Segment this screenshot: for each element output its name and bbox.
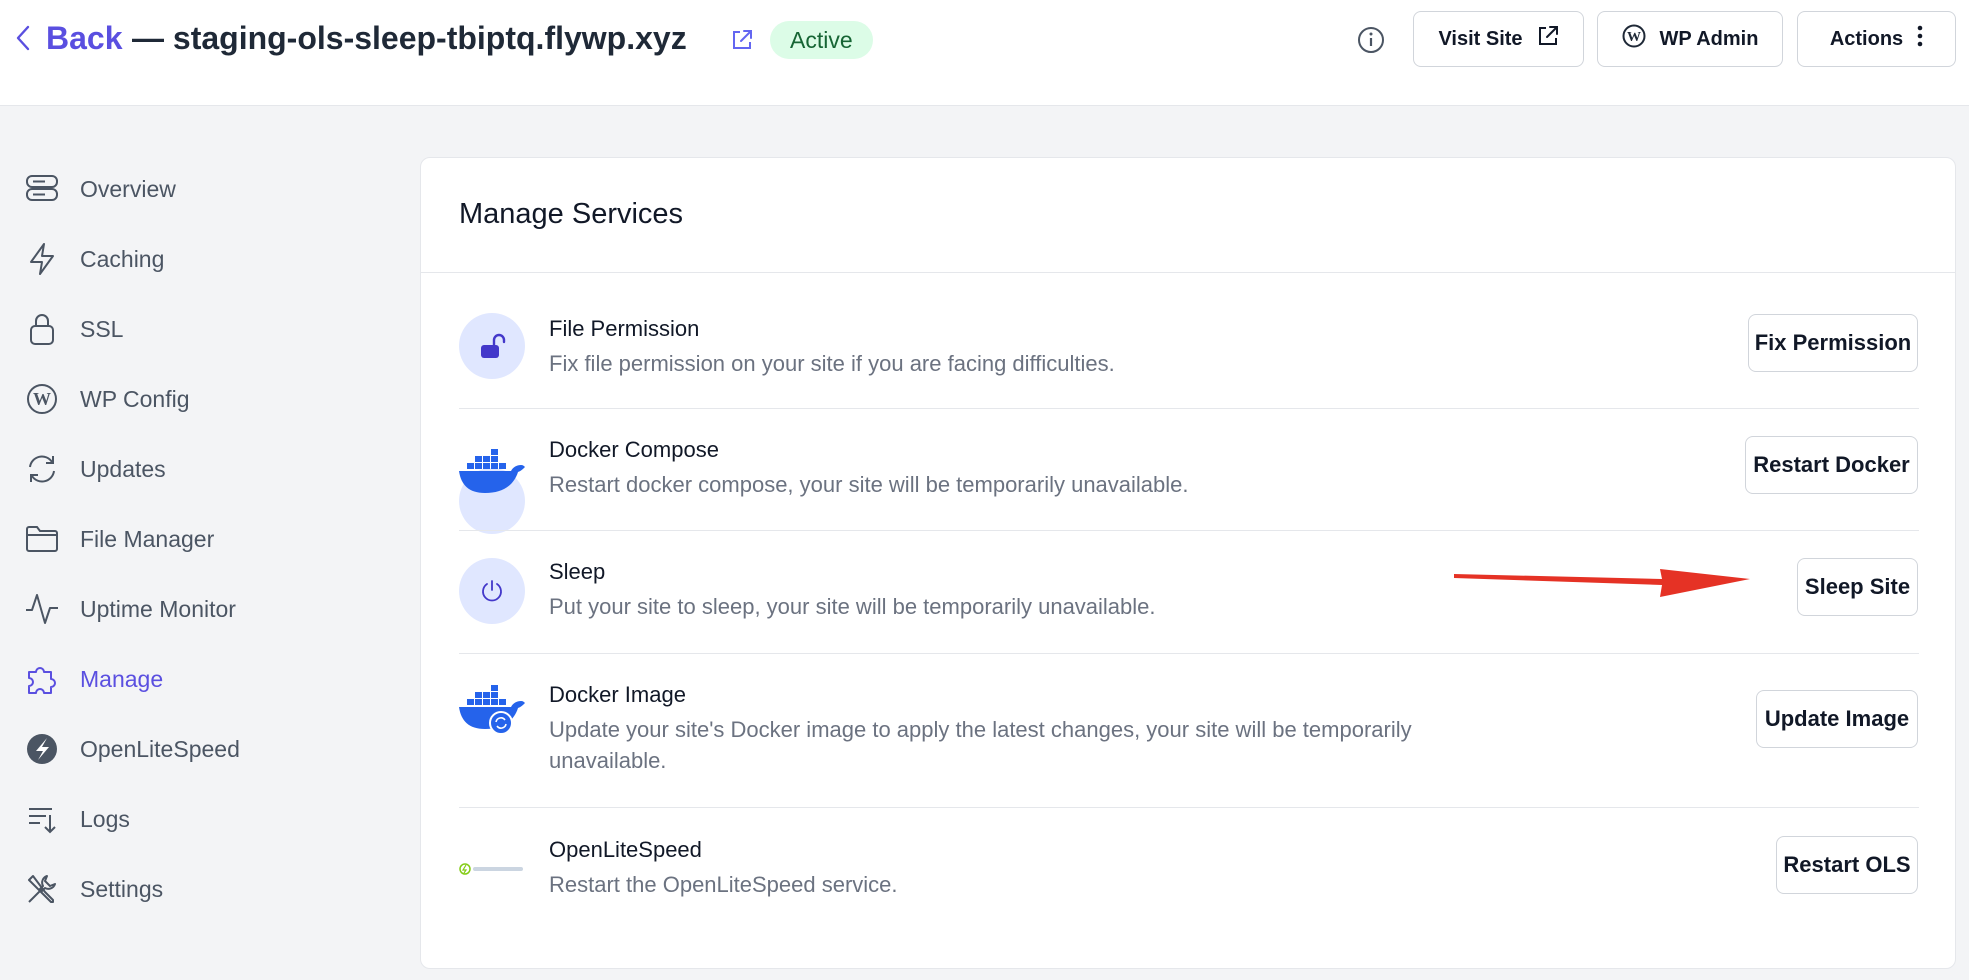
service-title: Docker Image	[549, 682, 686, 707]
sidebar-item-manage[interactable]: Manage	[22, 657, 402, 701]
wp-admin-label: WP Admin	[1659, 27, 1759, 50]
service-description: Update your site's Docker image to apply…	[549, 717, 1412, 773]
service-row: Docker Image Update your site's Docker i…	[459, 681, 1919, 811]
sidebar-item-label: OpenLiteSpeed	[80, 735, 240, 762]
unlock-icon	[459, 313, 525, 379]
logs-icon	[22, 799, 62, 839]
service-title: OpenLiteSpeed	[549, 837, 702, 862]
puzzle-icon	[22, 659, 62, 699]
power-icon	[459, 558, 525, 624]
external-edit-icon[interactable]	[730, 28, 754, 52]
sidebar-item-file-manager[interactable]: File Manager	[22, 517, 402, 561]
sidebar-item-label: Updates	[80, 455, 166, 482]
wp-admin-button[interactable]: W WP Admin	[1597, 11, 1783, 67]
docker-icon	[459, 436, 525, 502]
sidebar-item-wp-config[interactable]: W WP Config	[22, 377, 402, 421]
svg-text:W: W	[1627, 30, 1641, 45]
sidebar-item-settings[interactable]: Settings	[22, 867, 402, 911]
sidebar-item-logs[interactable]: Logs	[22, 797, 402, 841]
restart-docker-button[interactable]: Restart Docker	[1745, 436, 1918, 494]
chevron-left-icon	[16, 23, 36, 53]
sidebar-item-label: File Manager	[80, 525, 215, 552]
update-image-button[interactable]: Update Image	[1756, 690, 1918, 748]
sidebar-item-uptime-monitor[interactable]: Uptime Monitor	[22, 587, 402, 631]
lock-icon	[22, 309, 62, 349]
service-description: Fix file permission on your site if you …	[549, 351, 1115, 376]
sidebar-item-label: SSL	[80, 315, 124, 342]
sidebar-item-openlitespeed[interactable]: OpenLiteSpeed	[22, 727, 402, 771]
wordpress-icon: W	[1622, 24, 1646, 54]
sidebar-item-overview[interactable]: Overview	[22, 167, 402, 211]
openlitespeed-icon	[22, 729, 62, 769]
page-header: Back — staging-ols-sleep-tbiptq.flywp.xy…	[0, 0, 1969, 106]
sidebar-item-caching[interactable]: Caching	[22, 237, 402, 281]
tools-icon	[22, 869, 62, 909]
service-title: Sleep	[549, 559, 606, 584]
actions-button[interactable]: Actions	[1797, 11, 1956, 67]
service-description: Restart the OpenLiteSpeed service.	[549, 872, 898, 897]
back-link[interactable]: Back	[16, 18, 123, 58]
service-description: Put your site to sleep, your site will b…	[549, 594, 1156, 619]
divider	[421, 272, 1955, 273]
docker-refresh-icon	[459, 681, 525, 747]
server-icon	[22, 169, 62, 209]
sidebar-item-label: Logs	[80, 805, 130, 832]
refresh-icon	[22, 449, 62, 489]
divider	[459, 408, 1919, 409]
sleep-site-button[interactable]: Sleep Site	[1797, 558, 1918, 616]
sidebar-item-updates[interactable]: Updates	[22, 447, 402, 491]
kebab-menu-icon	[1917, 25, 1923, 53]
actions-label: Actions	[1829, 27, 1904, 50]
openlitespeed-logo	[459, 836, 525, 902]
card-title: Manage Services	[459, 198, 684, 230]
service-description: Restart docker compose, your site will b…	[549, 472, 1189, 497]
wordpress-icon: W	[22, 379, 62, 419]
sidebar-item-label: Settings	[80, 875, 164, 902]
back-label: Back	[46, 19, 123, 56]
visit-site-label: Visit Site	[1438, 27, 1523, 50]
sidebar-item-label: Uptime Monitor	[80, 595, 236, 622]
divider	[459, 653, 1919, 654]
page-title: — staging-ols-sleep-tbiptq.flywp.xyz	[132, 19, 687, 56]
sidebar-item-label: Manage	[80, 665, 164, 692]
sidebar-item-label: Overview	[80, 175, 176, 202]
sidebar-item-label: WP Config	[80, 385, 190, 412]
visit-site-button[interactable]: Visit Site	[1413, 11, 1584, 67]
service-title: Docker Compose	[549, 437, 719, 462]
divider	[459, 530, 1919, 531]
svg-text:W: W	[33, 389, 51, 409]
external-link-icon	[1537, 25, 1559, 53]
status-badge: Active	[770, 21, 873, 59]
fix-permission-button[interactable]: Fix Permission	[1748, 314, 1918, 372]
info-icon[interactable]	[1356, 25, 1386, 55]
pulse-icon	[22, 589, 62, 629]
sidebar-item-ssl[interactable]: SSL	[22, 307, 402, 351]
restart-ols-button[interactable]: Restart OLS	[1776, 836, 1918, 894]
service-row: File Permission Fix file permission on y…	[459, 313, 1919, 423]
service-row: OpenLiteSpeed Restart the OpenLiteSpeed …	[459, 836, 1919, 946]
divider	[459, 807, 1919, 808]
service-title: File Permission	[549, 316, 700, 341]
annotation-arrow	[1454, 569, 1750, 597]
folder-icon	[22, 519, 62, 559]
lightning-icon	[22, 239, 62, 279]
sidebar-item-label: Caching	[80, 245, 165, 272]
